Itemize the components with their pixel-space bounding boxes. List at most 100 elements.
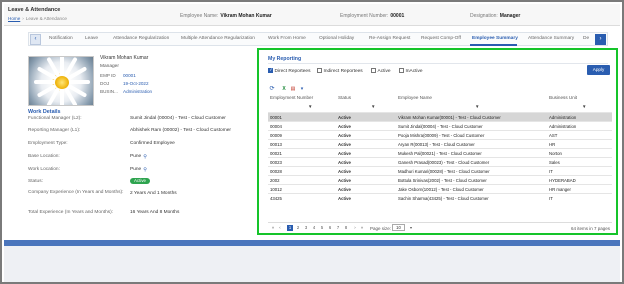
page-6-button[interactable]: 6 [327, 225, 333, 231]
filter-icon[interactable]: ▼ [371, 104, 375, 109]
tab-bar: ‹ Notification Leave Attendance Regulari… [28, 32, 608, 46]
profile-doj: DOJ 19-Oct-2022 [100, 81, 149, 86]
grid-pager: « ‹ 1 2 3 4 5 6 7 8 › » Page size: 10 ▾ … [268, 222, 612, 232]
tab-reassign-request[interactable]: Re-Assign Request [369, 36, 410, 41]
base-location-label: Base Location: [28, 154, 60, 159]
location-pin-icon: ⚲ [143, 167, 147, 173]
reporting-manager-label: Reporting Manager (L1): [28, 128, 81, 133]
checkbox-icon[interactable] [371, 68, 376, 73]
base-location-value: Pune ⚲ [130, 154, 147, 160]
breadcrumb-current: Leave & Attendance [25, 16, 67, 21]
page-size-select[interactable]: 10 [392, 224, 405, 231]
location-pin-icon: ⚲ [143, 154, 147, 160]
filter-active[interactable]: Active [371, 68, 391, 74]
table-row[interactable]: 00004 Active Sumit Jindal(00004) - Test … [268, 121, 612, 130]
pager-info: 64 items in 7 pages [570, 226, 610, 231]
breadcrumb: Home › Leave & Attendance [8, 16, 67, 21]
page-5-button[interactable]: 5 [319, 225, 325, 231]
tab-attendance-regularization[interactable]: Attendance Regularization [113, 36, 169, 41]
page-1-button[interactable]: 1 [287, 225, 293, 231]
header-designation: Designation: Manager [470, 13, 521, 19]
column-header-status[interactable]: Status [338, 95, 351, 100]
header-employee-name: Employee Name: Vikram Mohan Kumar [180, 13, 272, 19]
page-4-button[interactable]: 4 [311, 225, 317, 231]
table-row[interactable]: 2002 Active Bottula Srinivas(2002) - Tes… [268, 175, 612, 184]
table-row[interactable]: 00013 Active Aryan R(00013) - Test - Clo… [268, 139, 612, 148]
my-reporting-title: My Reporting [268, 56, 302, 62]
tab-multiple-attendance-regularization[interactable]: Multiple Attendance Regularization [181, 36, 255, 41]
refresh-icon[interactable]: ⟳ [268, 85, 276, 93]
work-details-title: Work Details [28, 109, 61, 115]
column-header-employee-name[interactable]: Employee Name [398, 95, 432, 100]
tab-employee-summary[interactable]: Employee Summary [472, 36, 518, 41]
page-header: Leave & Attendance Home › Leave & Attendan… [4, 4, 620, 26]
my-reporting-panel: My Reporting Direct Reportees Indirect R… [257, 48, 618, 235]
filter-indirect-reportees[interactable]: Indirect Reportees [317, 68, 363, 74]
functional-manager-value: Sumit Jindal (00004) - Test - Cloud Cust… [130, 116, 226, 121]
page-3-button[interactable]: 3 [303, 225, 309, 231]
filter-inactive[interactable]: InActive [399, 68, 423, 74]
profile-emp-id: EMP ID 00001 [100, 73, 136, 78]
status-label: Status: [28, 179, 43, 184]
table-row[interactable]: 10012 Active Jake Osborn(10012) - Test -… [268, 184, 612, 193]
table-row[interactable]: 00021 Active Mukesh Pal(00021) - Test - … [268, 148, 612, 157]
total-experience-label: Total Experience (In Years and Months): [28, 210, 114, 215]
reporting-grid: Employment Number Status Employee Name B… [268, 95, 612, 232]
company-experience-label: Company Experience (In Years and Months)… [28, 190, 124, 195]
filter-icon[interactable]: ▼ [475, 104, 479, 109]
page-size-label: Page size: [370, 226, 392, 231]
status-value: Active [130, 178, 150, 184]
table-row[interactable]: 00001 Active Vikram Mohan Kumar(00001) -… [268, 112, 612, 121]
page-7-button[interactable]: 7 [335, 225, 341, 231]
tab-attendance-summary[interactable]: Attendance Summary [528, 36, 574, 41]
page-2-button[interactable]: 2 [295, 225, 301, 231]
header-employment-number: Employment Number: 00001 [340, 13, 405, 19]
column-chooser-icon[interactable]: ▾ [298, 85, 306, 93]
total-experience-value: 16 Years And 8 Months [130, 210, 180, 215]
first-page-icon[interactable]: « [270, 225, 276, 231]
apply-button[interactable]: Apply [587, 65, 610, 75]
filter-icon[interactable]: ▼ [582, 104, 586, 109]
checkbox-checked-icon[interactable] [268, 67, 273, 73]
tab-optional-holiday[interactable]: Optional Holiday [319, 36, 354, 41]
previous-page-icon[interactable]: ‹ [277, 225, 283, 231]
employment-type-label: Employment Type: [28, 141, 68, 146]
table-row[interactable]: 43425 Active Sachin Sharma(43425) - Test… [268, 193, 612, 202]
active-tab-indicator [470, 44, 517, 46]
filter-icon[interactable]: ▼ [308, 104, 312, 109]
chevron-down-icon[interactable]: ▾ [408, 225, 414, 231]
checkbox-icon[interactable] [399, 68, 404, 73]
last-page-icon[interactable]: » [359, 225, 365, 231]
checkbox-icon[interactable] [317, 68, 322, 73]
employee-photo [28, 56, 94, 106]
app-title: Leave & Attendance [8, 7, 61, 13]
tab-request-comp-off[interactable]: Request Comp-Off [421, 36, 461, 41]
profile-role: Manager [100, 64, 119, 69]
tab-scroll-right-button[interactable]: › [595, 34, 606, 45]
breadcrumb-home-link[interactable]: Home [8, 16, 20, 21]
filter-direct-reportees[interactable]: Direct Reportees [268, 67, 311, 74]
table-row[interactable]: 00028 Active Madhuri Kumari(00028) - Tes… [268, 166, 612, 175]
profile-business-unit: BUSIN... Administration [100, 89, 153, 94]
footer-area [4, 246, 620, 282]
profile-name: Vikram Mohan Kumar [100, 55, 149, 61]
employment-type-value: Confirmed Employee [130, 141, 175, 146]
functional-manager-label: Functional Manager (L2): [28, 116, 82, 121]
table-row[interactable]: 00023 Active Ganesh Prasad(00023) - Test… [268, 157, 612, 166]
work-location-value: Pune ⚲ [130, 167, 147, 173]
page-8-button[interactable]: 8 [343, 225, 349, 231]
column-header-business-unit[interactable]: Business Unit [549, 95, 577, 100]
table-row[interactable]: 00009 Active Pooja Mishra(00009) - Test … [268, 130, 612, 139]
excel-export-icon[interactable]: X [280, 85, 288, 93]
tab-work-from-home[interactable]: Work From Home [268, 36, 306, 41]
next-page-icon[interactable]: › [352, 225, 358, 231]
column-header-employment-number[interactable]: Employment Number [270, 95, 313, 100]
tab-scroll-left-button[interactable]: ‹ [30, 34, 41, 45]
divider [268, 63, 608, 64]
pdf-export-icon[interactable]: ▤ [289, 85, 297, 93]
reporting-manager-value: Abhishek Ram (00002) - Test - Cloud Cust… [130, 128, 231, 133]
tab-notification[interactable]: Notification [49, 36, 73, 41]
tab-leave[interactable]: Leave [85, 36, 98, 41]
app-window: Leave & Attendance Home › Leave & Attendan… [0, 0, 624, 284]
tab-more[interactable]: De [583, 36, 589, 41]
